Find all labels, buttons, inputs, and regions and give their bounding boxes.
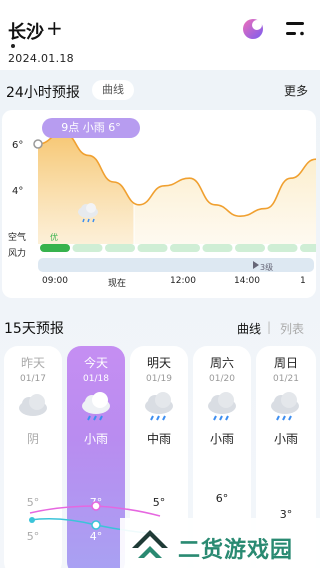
hourly-more-link[interactable]: 更多: [284, 82, 308, 99]
time-label-1400: 14:00: [234, 276, 260, 286]
hourly-section-title: 24小时预报: [6, 85, 80, 101]
yesterday-low-point: [29, 517, 35, 523]
main-content: 24小时预报 曲线 更多 9点 小雨 6° 6° 4° 空气 风力 优 3级 0…: [0, 70, 320, 568]
aqi-good-label: 优: [50, 233, 58, 242]
daily-list-tab[interactable]: 列表: [280, 320, 304, 337]
aqi-bar: [300, 244, 316, 252]
menu-icon[interactable]: [286, 20, 306, 42]
header-bar: 长沙 + 2024.01.18: [0, 0, 320, 70]
watermark-logo-icon: [132, 530, 168, 558]
today-high-point: [91, 501, 101, 511]
add-city-icon[interactable]: +: [46, 16, 63, 40]
today-low-point: [91, 520, 101, 530]
aqi-bar: [72, 244, 103, 252]
hourly-curve-toggle[interactable]: 曲线: [92, 80, 134, 100]
wind-level-label: 3级: [260, 263, 274, 272]
toggle-separator: |: [267, 320, 272, 334]
y-tick-6: 6°: [12, 140, 24, 151]
hourly-current-point: [33, 139, 43, 149]
time-label-next: 1: [300, 276, 306, 286]
time-label-0900: 09:00: [42, 276, 68, 286]
aqi-row-label: 空气: [8, 233, 27, 243]
daily-section-title: 15天预报: [4, 321, 64, 337]
aqi-bar: [137, 244, 168, 252]
hourly-tooltip: 9点 小雨 6°: [42, 118, 140, 138]
wind-row-label: 风力: [8, 249, 27, 259]
moon-theme-icon[interactable]: [242, 18, 264, 44]
y-tick-4: 4°: [12, 186, 24, 197]
time-label-1200: 12:00: [170, 276, 196, 286]
aqi-bar: [105, 244, 135, 252]
aqi-bar: [267, 244, 298, 252]
aqi-bar: [235, 244, 265, 252]
city-name[interactable]: 长沙: [8, 18, 44, 44]
watermark-text: 二货游戏园: [178, 538, 294, 563]
aqi-bar: [202, 244, 233, 252]
watermark: 二货游戏园: [120, 518, 320, 568]
hourly-forecast-card: 9点 小雨 6° 6° 4° 空气 风力 优 3级 09:00 现在 12:00…: [2, 110, 316, 298]
aqi-bar: [170, 244, 200, 252]
aqi-bar: [40, 244, 70, 252]
location-dot-icon: [11, 44, 15, 48]
daily-curve-tab[interactable]: 曲线: [237, 320, 261, 337]
time-label-now: 现在: [108, 279, 127, 289]
current-date: 2024.01.18: [8, 52, 74, 65]
